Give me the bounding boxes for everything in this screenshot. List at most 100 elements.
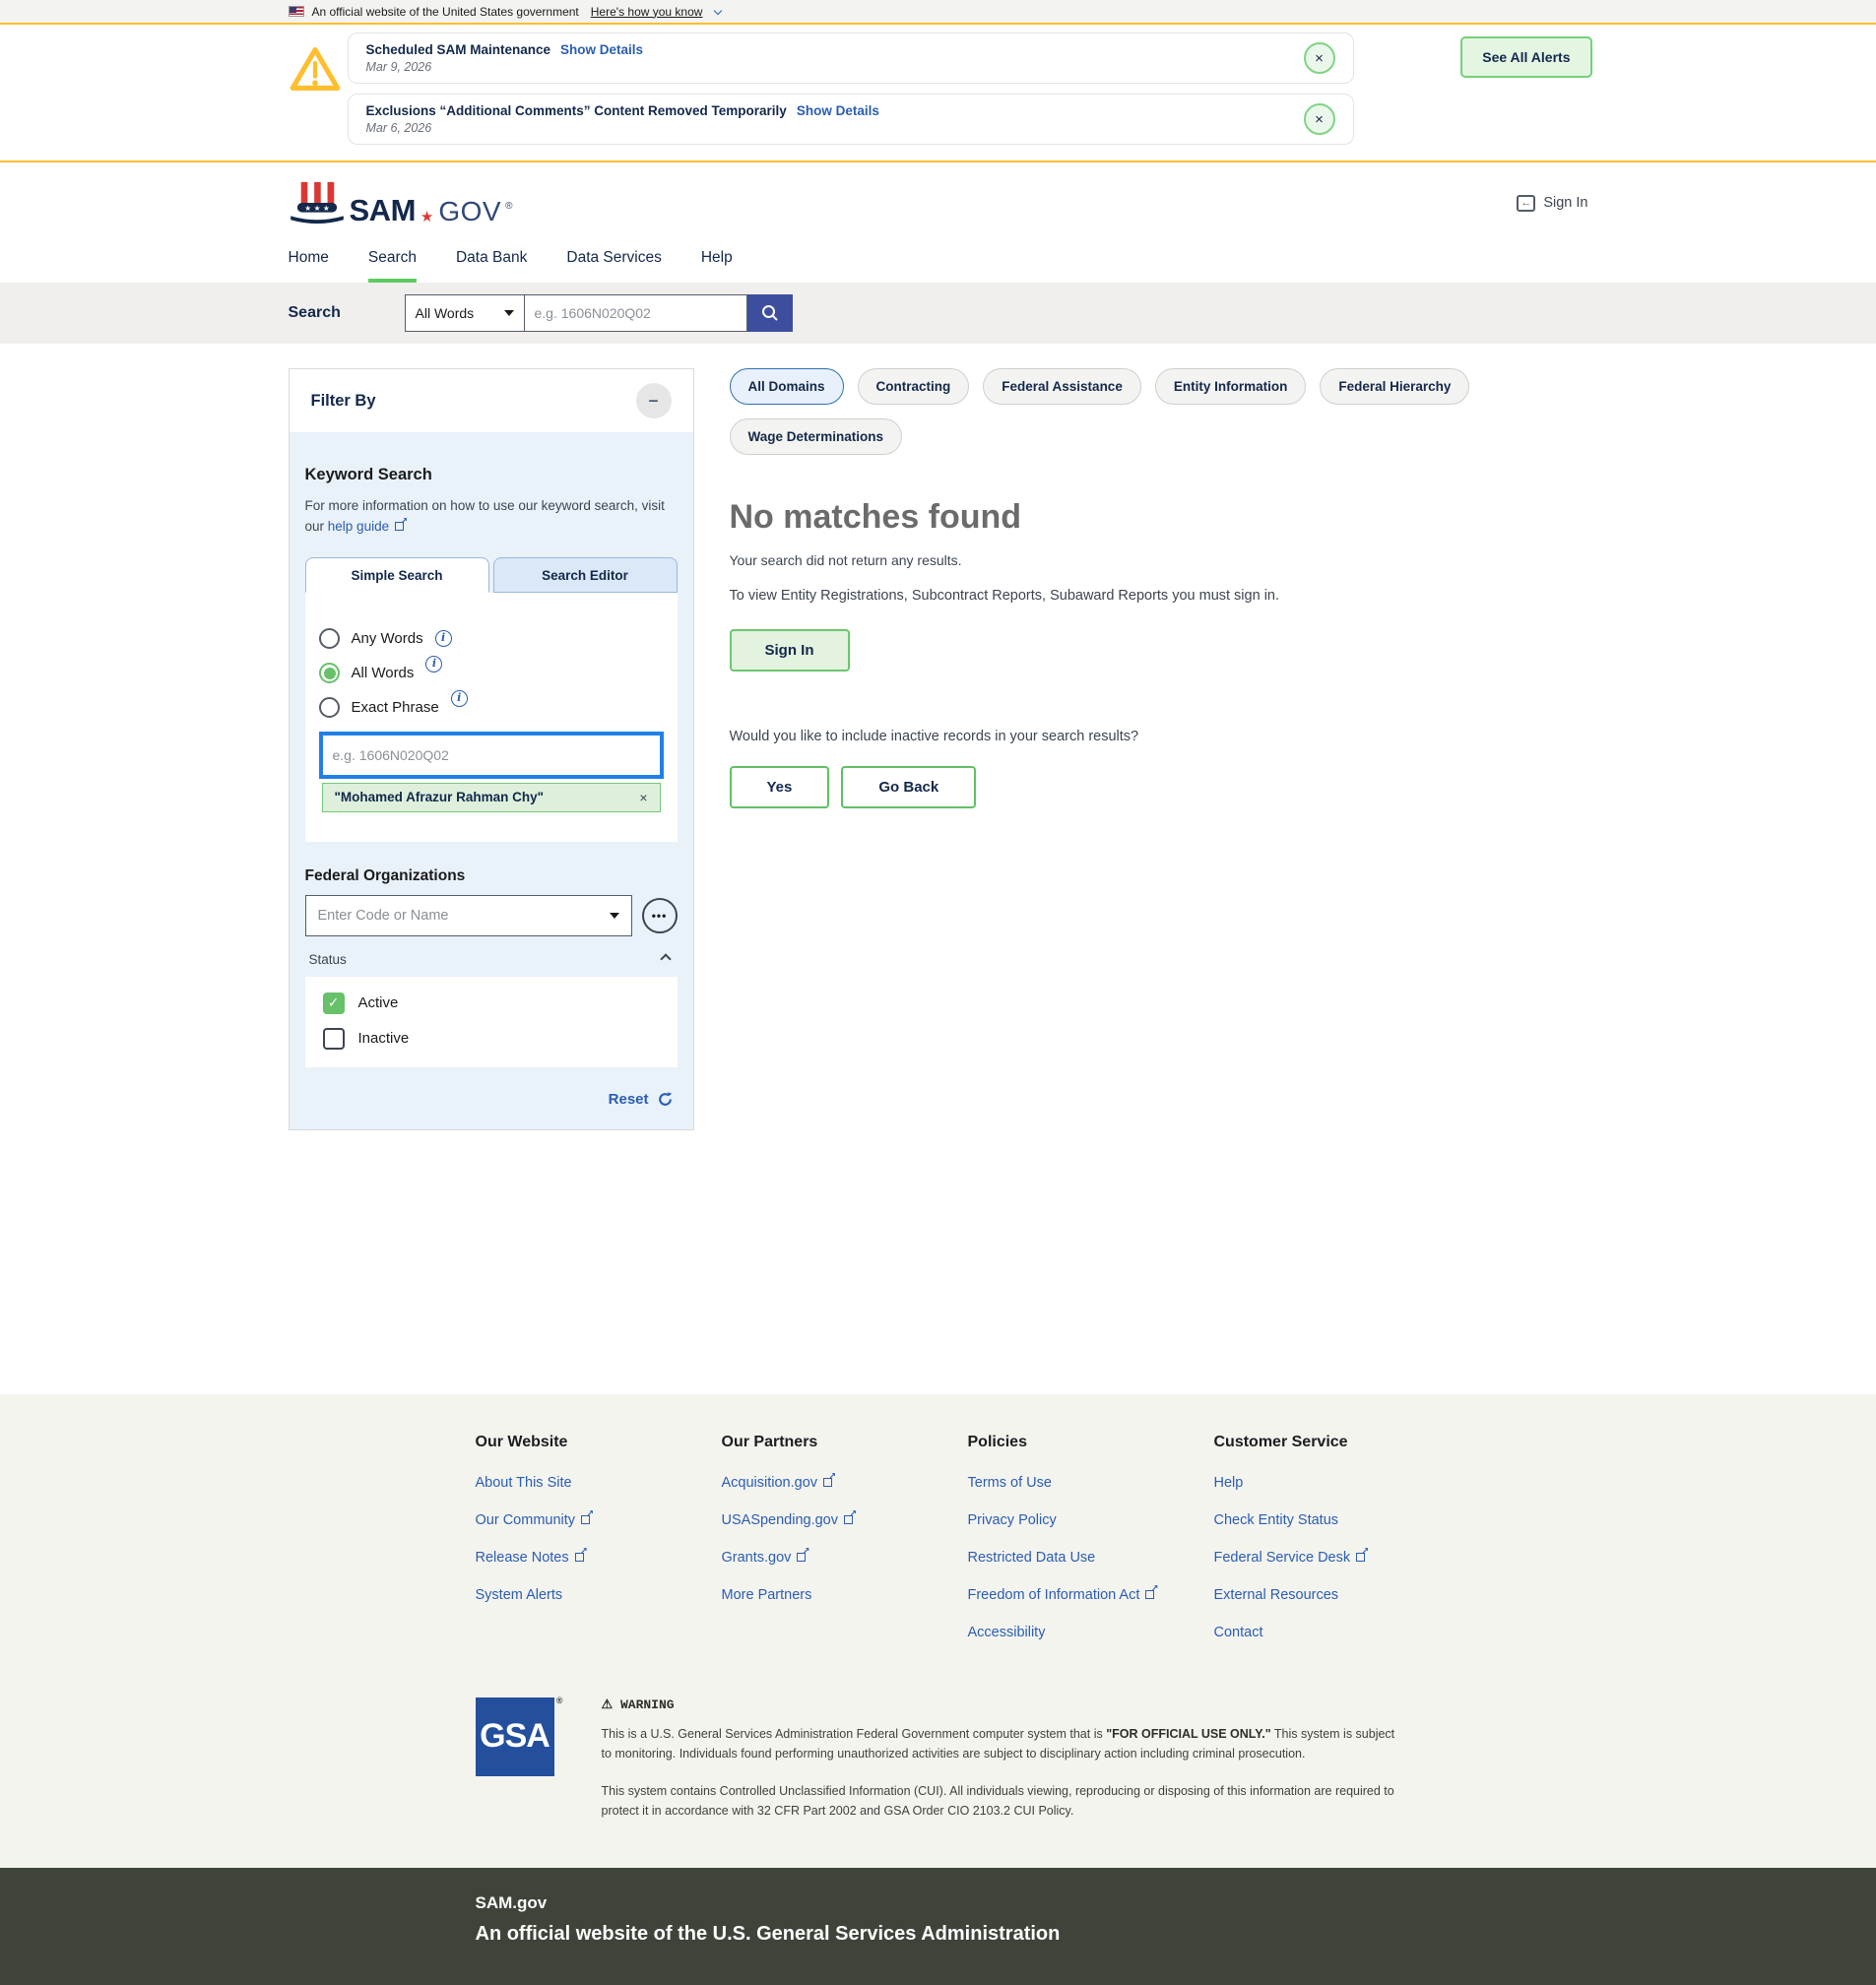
site-footer: Our Website About This Site Our Communit… (0, 1394, 1876, 1868)
footer-link-acquisition-gov[interactable]: Acquisition.gov (722, 1475, 968, 1491)
footer-link-check-entity-status[interactable]: Check Entity Status (1214, 1512, 1521, 1528)
pill-federal-assistance[interactable]: Federal Assistance (983, 368, 1141, 405)
logo-registered-mark: ® (505, 201, 512, 212)
footer-column-our-website: Our Website About This Site Our Communit… (476, 1434, 722, 1662)
search-band: Search All Words (0, 283, 1876, 344)
dark-footer: SAM.gov An official website of the U.S. … (0, 1868, 1876, 1985)
status-box: ✓ Active Inactive (305, 977, 678, 1067)
sam-gov-logo[interactable]: ★ ★ ★ SAM★GOV® (289, 180, 513, 225)
keyword-chip: "Mohamed Afrazur Rahman Chy" × (322, 783, 661, 812)
info-icon[interactable]: i (451, 690, 468, 707)
footer-link-terms-of-use[interactable]: Terms of Use (968, 1475, 1214, 1491)
close-icon[interactable]: × (1304, 103, 1335, 135)
global-search-input[interactable] (525, 294, 747, 332)
federal-org-combobox[interactable] (305, 895, 632, 936)
pill-contracting[interactable]: Contracting (858, 368, 970, 405)
nav-item-data-services[interactable]: Data Services (566, 237, 661, 283)
footer-link-external-resources[interactable]: External Resources (1214, 1587, 1521, 1603)
gsa-registered-mark: ® (556, 1696, 562, 1705)
sign-in-label: Sign In (1543, 195, 1587, 211)
help-guide-link[interactable]: help guide (328, 519, 407, 534)
footer-link-system-alerts[interactable]: System Alerts (476, 1587, 722, 1603)
radio-any-words-label: Any Words (352, 630, 423, 647)
domain-pills: All Domains Contracting Federal Assistan… (730, 368, 1588, 455)
go-back-button[interactable]: Go Back (841, 766, 976, 808)
footer-link-more-partners[interactable]: More Partners (722, 1587, 968, 1603)
pill-wage-determinations[interactable]: Wage Determinations (730, 418, 903, 455)
radio-exact-phrase[interactable] (319, 697, 340, 718)
chevron-up-icon[interactable] (660, 954, 671, 965)
warning-title: ⚠ WARNING (602, 1697, 1399, 1712)
checkbox-inactive-label: Inactive (358, 1030, 410, 1047)
footer-link-accessibility[interactable]: Accessibility (968, 1625, 1214, 1640)
info-icon[interactable]: i (425, 656, 442, 672)
site-header: ★ ★ ★ SAM★GOV® ← Sign In (0, 162, 1876, 237)
logo-sam-text: SAM (350, 195, 416, 225)
alert-show-details-link[interactable]: Show Details (797, 103, 879, 118)
sign-in-link[interactable]: ← Sign In (1517, 195, 1587, 212)
collapse-filters-button[interactable]: − (636, 383, 672, 418)
radio-all-words[interactable] (319, 663, 340, 683)
alert-card: Scheduled SAM Maintenance Show Details M… (348, 32, 1354, 84)
checkbox-inactive[interactable] (323, 1028, 345, 1050)
alert-card: Exclusions “Additional Comments” Content… (348, 94, 1354, 145)
magnifier-icon (760, 303, 780, 323)
chip-close-icon[interactable]: × (639, 790, 647, 805)
checkbox-active[interactable]: ✓ (323, 992, 345, 1014)
nav-item-data-bank[interactable]: Data Bank (456, 237, 527, 283)
nav-item-help[interactable]: Help (701, 237, 733, 283)
footer-link-usaspending-gov[interactable]: USASpending.gov (722, 1512, 968, 1528)
tab-search-editor[interactable]: Search Editor (493, 557, 678, 593)
footer-column-customer-service: Customer Service Help Check Entity Statu… (1214, 1434, 1521, 1662)
search-band-label: Search (289, 304, 405, 322)
search-mode-select[interactable]: All Words (405, 294, 525, 332)
gov-banner-link[interactable]: Here's how you know (591, 5, 703, 19)
pill-entity-information[interactable]: Entity Information (1155, 368, 1307, 405)
filter-by-title: Filter By (311, 392, 376, 411)
keyword-search-input[interactable] (319, 732, 664, 779)
footer-link-help[interactable]: Help (1214, 1475, 1521, 1491)
sign-in-button[interactable]: Sign In (730, 629, 850, 672)
radio-all-words-label: All Words (352, 665, 415, 681)
federal-org-input[interactable] (318, 908, 574, 924)
reset-filters-link[interactable]: Reset (609, 1091, 649, 1108)
nav-item-home[interactable]: Home (289, 237, 329, 283)
footer-link-privacy-policy[interactable]: Privacy Policy (968, 1512, 1214, 1528)
pill-all-domains[interactable]: All Domains (730, 368, 844, 405)
footer-link-our-community[interactable]: Our Community (476, 1512, 722, 1528)
alert-show-details-link[interactable]: Show Details (560, 42, 643, 57)
close-icon[interactable]: × (1304, 42, 1335, 74)
search-button[interactable] (747, 294, 793, 332)
external-link-icon (581, 1513, 593, 1524)
federal-org-more-button[interactable]: ••• (642, 898, 678, 933)
alert-title: Exclusions “Additional Comments” Content… (366, 103, 787, 118)
reset-icon[interactable] (657, 1091, 674, 1108)
footer-link-restricted-data-use[interactable]: Restricted Data Use (968, 1550, 1214, 1566)
footer-link-grants-gov[interactable]: Grants.gov (722, 1550, 968, 1566)
warning-paragraph-2: This system contains Controlled Unclassi… (602, 1781, 1399, 1821)
search-mode-value: All Words (416, 305, 475, 321)
info-icon[interactable]: i (435, 630, 452, 647)
main-nav: Home Search Data Bank Data Services Help (0, 237, 1876, 283)
logo-gov-text: GOV (438, 198, 501, 225)
radio-any-words[interactable] (319, 628, 340, 649)
nav-item-search[interactable]: Search (368, 237, 417, 283)
footer-link-about-this-site[interactable]: About This Site (476, 1475, 722, 1491)
footer-link-release-notes[interactable]: Release Notes (476, 1550, 722, 1566)
external-link-icon (1356, 1551, 1368, 1562)
external-link-icon (575, 1551, 587, 1562)
external-link-icon (797, 1551, 809, 1562)
footer-link-foia[interactable]: Freedom of Information Act (968, 1587, 1214, 1603)
uncle-sam-hat-icon: ★ ★ ★ (289, 180, 346, 225)
tab-simple-search[interactable]: Simple Search (305, 557, 489, 593)
radio-exact-phrase-label: Exact Phrase (352, 699, 439, 716)
footer-heading: Our Website (476, 1434, 722, 1451)
footer-link-federal-service-desk[interactable]: Federal Service Desk (1214, 1550, 1521, 1566)
see-all-alerts-button[interactable]: See All Alerts (1460, 36, 1591, 78)
pill-federal-hierarchy[interactable]: Federal Hierarchy (1320, 368, 1469, 405)
footer-heading: Our Partners (722, 1434, 968, 1451)
no-results-message: Your search did not return any results. (730, 552, 1588, 568)
caret-down-icon (504, 310, 514, 316)
footer-link-contact[interactable]: Contact (1214, 1625, 1521, 1640)
yes-button[interactable]: Yes (730, 766, 830, 808)
